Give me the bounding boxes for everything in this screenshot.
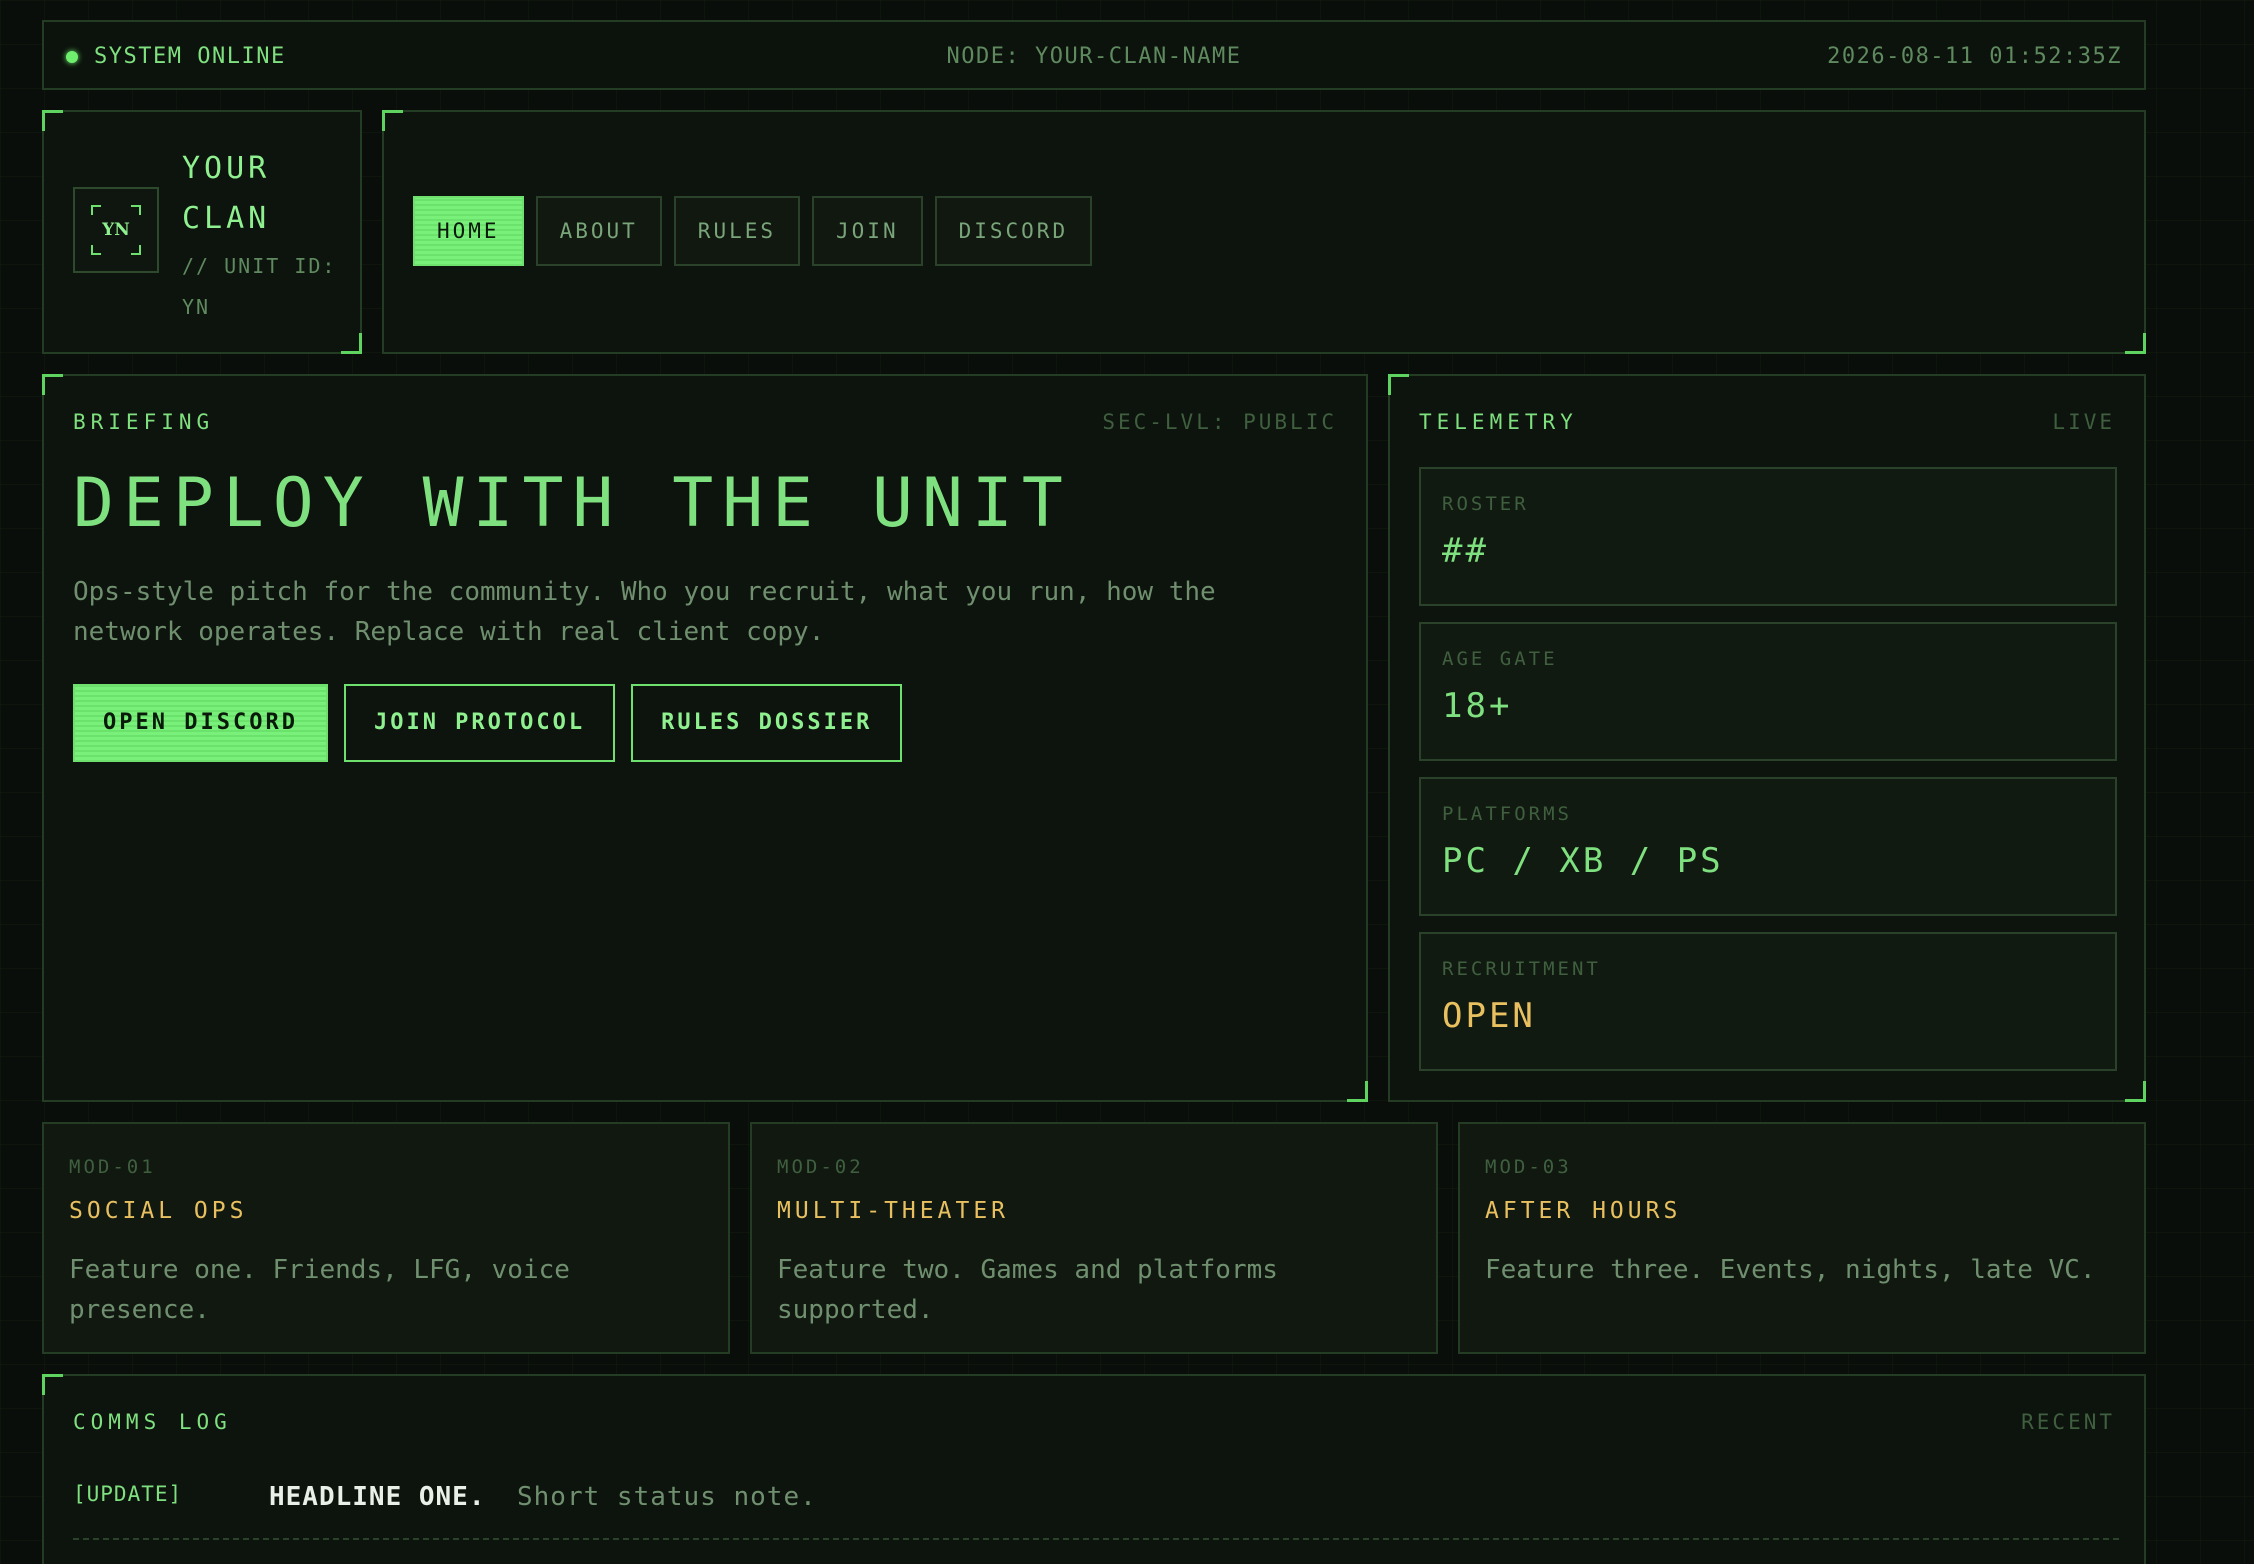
- stat-value: 18+: [1442, 686, 1513, 726]
- join-protocol-button[interactable]: JOIN PROTOCOL: [343, 684, 616, 762]
- status-bar: SYSTEM ONLINE NODE: YOUR-CLAN-NAME 2026-…: [42, 20, 2146, 90]
- module-title: MULTI-THEATER: [777, 1198, 1010, 1224]
- stat-label: RECRUITMENT: [1442, 958, 1601, 980]
- main-nav: HOME ABOUT RULES JOIN DISCORD: [413, 196, 1093, 266]
- module-id: MOD-01: [69, 1156, 156, 1178]
- telemetry-panel: TELEMETRY LIVE ROSTER ## AGE GATE 18+ PL…: [1388, 374, 2146, 1102]
- stat-platforms: PLATFORMS PC / XB / PS: [1419, 777, 2117, 916]
- hero-pitch: Ops-style pitch for the community. Who y…: [73, 577, 1216, 647]
- nav-panel: HOME ABOUT RULES JOIN DISCORD: [382, 110, 2146, 354]
- hero-headline: DEPLOY WITH THE UNIT: [73, 464, 1072, 543]
- open-discord-button[interactable]: OPEN DISCORD: [73, 684, 328, 762]
- module-id: MOD-03: [1485, 1156, 1572, 1178]
- stat-value: ##: [1442, 531, 1489, 571]
- module-text: Feature three. Events, nights, late VC.: [1485, 1255, 2096, 1285]
- comms-log-meta: RECENT: [2021, 1410, 2115, 1434]
- nav-home[interactable]: HOME: [413, 196, 524, 266]
- stat-age-gate: AGE GATE 18+: [1419, 622, 2117, 761]
- comms-log-panel: COMMS LOG RECENT [UPDATE] HEADLINE ONE. …: [42, 1374, 2146, 1564]
- cta-row: OPEN DISCORD JOIN PROTOCOL RULES DOSSIER: [73, 684, 903, 762]
- module-card: MOD-03 AFTER HOURS Feature three. Events…: [1458, 1122, 2146, 1354]
- timestamp: 2026-08-11 01:52:35Z: [1827, 44, 2122, 69]
- stat-label: AGE GATE: [1442, 648, 1558, 670]
- nav-discord[interactable]: DISCORD: [934, 196, 1093, 266]
- module-card: MOD-01 SOCIAL OPS Feature one. Friends, …: [42, 1122, 730, 1354]
- stat-label: PLATFORMS: [1442, 803, 1572, 825]
- log-note: Short status note.: [517, 1482, 817, 1512]
- telemetry-label: TELEMETRY: [1419, 410, 1578, 434]
- rules-dossier-button[interactable]: RULES DOSSIER: [631, 684, 903, 762]
- module-text: Feature two. Games and platforms support…: [777, 1255, 1278, 1325]
- clan-name: YOUR CLAN: [182, 151, 271, 236]
- comms-log-label: COMMS LOG: [73, 1410, 232, 1434]
- stat-label: ROSTER: [1442, 493, 1529, 515]
- brand-panel: YN YOUR CLAN // UNIT ID: YN: [42, 110, 362, 354]
- security-level: SEC-LVL: PUBLIC: [1102, 410, 1337, 434]
- log-entry[interactable]: [UPDATE] HEADLINE ONE. Short status note…: [73, 1482, 2119, 1540]
- stat-recruitment: RECRUITMENT OPEN: [1419, 932, 2117, 1071]
- module-id: MOD-02: [777, 1156, 864, 1178]
- telemetry-live: LIVE: [2052, 410, 2115, 434]
- module-title: AFTER HOURS: [1485, 1198, 1682, 1224]
- log-headline: HEADLINE ONE.: [269, 1482, 486, 1512]
- nav-rules[interactable]: RULES: [673, 196, 801, 266]
- stat-value: PC / XB / PS: [1442, 841, 1724, 881]
- stat-value: OPEN: [1442, 996, 1536, 1036]
- nav-join[interactable]: JOIN: [812, 196, 923, 266]
- logo-initials: YN: [102, 220, 130, 240]
- briefing-label: BRIEFING: [73, 410, 215, 434]
- module-title: SOCIAL OPS: [69, 1198, 248, 1224]
- unit-id: // UNIT ID: YN: [182, 254, 337, 319]
- module-text: Feature one. Friends, LFG, voice presenc…: [69, 1255, 570, 1325]
- log-tag: [UPDATE]: [73, 1482, 183, 1506]
- briefing-panel: BRIEFING SEC-LVL: PUBLIC DEPLOY WITH THE…: [42, 374, 1368, 1102]
- nav-about[interactable]: ABOUT: [535, 196, 662, 266]
- module-card: MOD-02 MULTI-THEATER Feature two. Games …: [750, 1122, 1438, 1354]
- stat-roster: ROSTER ##: [1419, 467, 2117, 606]
- clan-logo[interactable]: YN: [73, 187, 159, 273]
